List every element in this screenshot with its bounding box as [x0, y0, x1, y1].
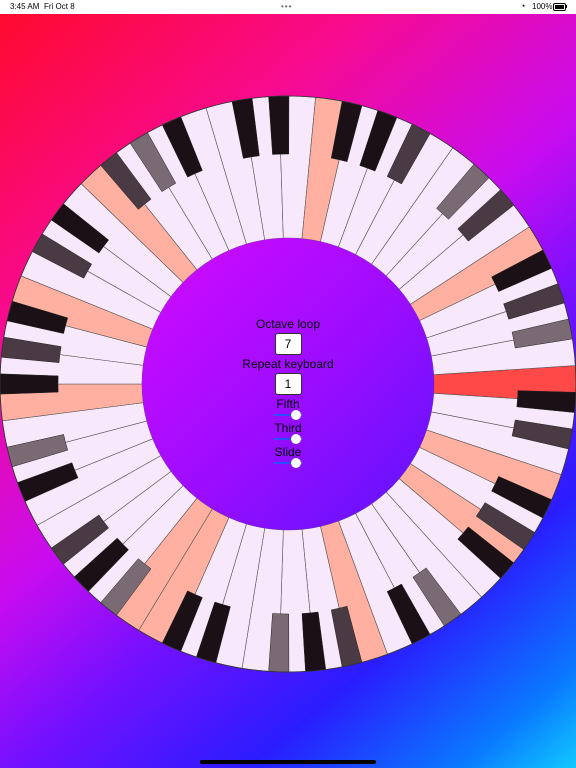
slide-slider[interactable]: [274, 458, 302, 468]
fifth-slider-thumb[interactable]: [291, 410, 302, 420]
fifth-label: Fifth: [276, 397, 300, 411]
octave-loop-label: Octave loop: [255, 317, 321, 331]
slide-slider-thumb[interactable]: [291, 458, 302, 468]
controls-panel: Octave loop 7 Repeat keyboard 1 Fifth Th…: [238, 318, 338, 470]
third-slider[interactable]: [274, 434, 302, 444]
black-key[interactable]: [0, 373, 59, 395]
third-slider-thumb[interactable]: [291, 434, 302, 444]
home-indicator: [200, 760, 376, 764]
octave-loop-field[interactable]: 7: [274, 333, 302, 355]
repeat-keyboard-field[interactable]: 1: [274, 373, 302, 395]
slide-label: Slide: [274, 445, 302, 459]
fifth-slider[interactable]: [274, 410, 302, 420]
repeat-keyboard-label: Repeat keyboard: [242, 357, 334, 371]
third-label: Third: [274, 421, 302, 435]
